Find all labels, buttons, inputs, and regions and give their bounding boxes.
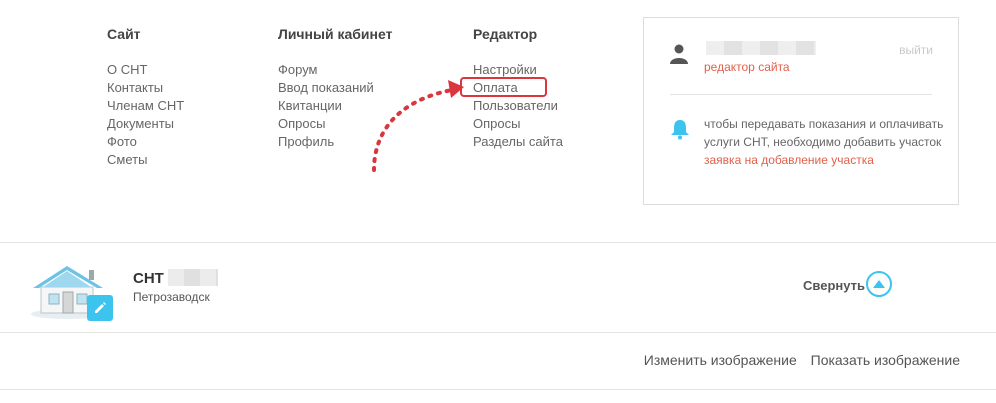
payment-highlight-box (460, 77, 547, 97)
user-card: выйти редактор сайта чтобы передавать по… (643, 17, 959, 205)
add-plot-request-link[interactable]: заявка на добавление участка (704, 151, 944, 169)
menu-item-forum[interactable]: Форум (278, 61, 392, 79)
user-icon (670, 44, 688, 64)
menu-item-contacts[interactable]: Контакты (107, 79, 184, 97)
menu-column-title: Личный кабинет (278, 26, 393, 42)
change-image-link[interactable]: Изменить изображение (644, 352, 797, 368)
menu-item-editor-polls[interactable]: Опросы (473, 115, 563, 133)
menu-column-title: Сайт (107, 26, 141, 42)
org-city: Петрозаводск (133, 290, 210, 304)
menu-item-site-sections[interactable]: Разделы сайта (473, 133, 563, 151)
notice-text: чтобы передавать показания и оплачивать … (704, 115, 944, 169)
divider (0, 242, 996, 243)
chevron-up-icon (873, 280, 885, 288)
user-role-link[interactable]: редактор сайта (704, 60, 790, 74)
divider (0, 332, 996, 333)
edit-image-button[interactable] (87, 295, 113, 321)
divider (0, 389, 996, 390)
menu-column-site: Сайт О СНТ Контакты Членам СНТ Документы… (107, 26, 184, 169)
card-divider (670, 94, 932, 95)
show-image-link[interactable]: Показать изображение (811, 352, 960, 368)
org-name-redacted (168, 269, 218, 286)
menu-item-members[interactable]: Членам СНТ (107, 97, 184, 115)
menu-item-photo[interactable]: Фото (107, 133, 184, 151)
collapse-label[interactable]: Свернуть (803, 278, 865, 293)
annotation-arrow-icon (372, 80, 464, 172)
menu-item-estimates[interactable]: Сметы (107, 151, 184, 169)
org-title: СНТ (133, 270, 164, 287)
menu-column-title: Редактор (473, 26, 538, 42)
collapse-button[interactable] (866, 271, 892, 297)
notice-message: чтобы передавать показания и оплачивать … (704, 117, 944, 149)
bell-icon (671, 120, 689, 140)
user-name-redacted (706, 41, 816, 55)
menu-item-users[interactable]: Пользователи (473, 97, 563, 115)
logout-link[interactable]: выйти (899, 43, 933, 57)
menu-item-about[interactable]: О СНТ (107, 61, 184, 79)
image-actions: Изменить изображение Показать изображени… (634, 352, 960, 368)
pencil-icon (95, 302, 106, 313)
menu-item-documents[interactable]: Документы (107, 115, 184, 133)
